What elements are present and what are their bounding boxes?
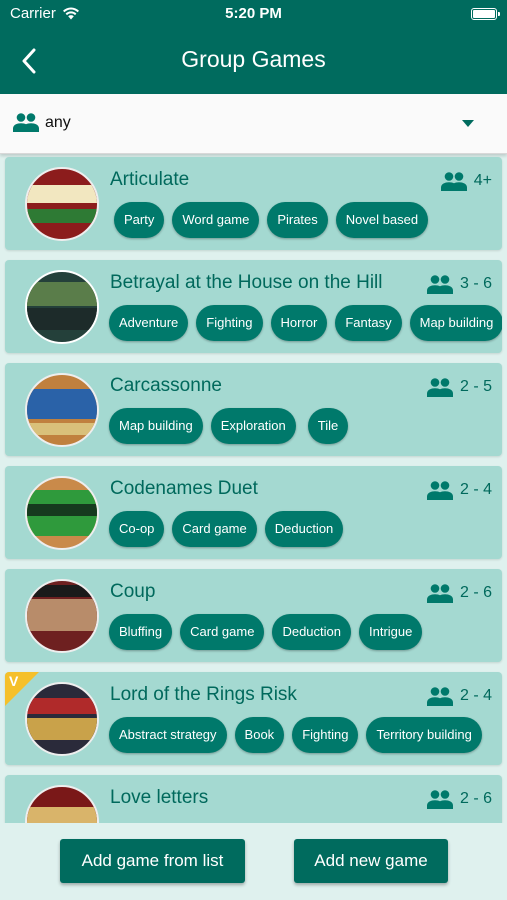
game-name: Betrayal at the House on the Hill	[110, 272, 383, 293]
player-count: 2 - 4	[426, 686, 492, 706]
player-range: 2 - 5	[459, 378, 492, 395]
tag-chip[interactable]: Map building	[409, 305, 502, 341]
game-name: Carcassonne	[110, 375, 222, 396]
tag-chip[interactable]: Adventure	[109, 305, 189, 341]
tag-chip[interactable]: Word game	[172, 202, 260, 238]
dropdown-caret-icon	[462, 120, 474, 127]
tag-chip[interactable]: Deduction	[272, 614, 351, 650]
page-title: Group Games	[181, 46, 326, 72]
badge-label: V	[9, 673, 19, 689]
tag-list: Party Word game Pirates Novel based	[114, 202, 429, 238]
tag-chip[interactable]: Bluffing	[109, 614, 173, 650]
people-icon	[426, 481, 453, 500]
people-icon	[426, 687, 453, 706]
tag-chip[interactable]: Tile	[307, 408, 349, 444]
game-name: Lord of the Rings Risk	[110, 684, 297, 705]
player-count: 2 - 6	[426, 789, 492, 809]
game-card[interactable]: Betrayal at the House on the Hill 3 - 6 …	[5, 260, 502, 353]
tag-chip[interactable]: Intrigue	[359, 614, 423, 650]
clock: 5:20 PM	[225, 5, 282, 22]
tag-list: Co-op Card game Deduction	[109, 511, 344, 547]
add-new-game-button[interactable]: Add new game	[294, 839, 448, 883]
tag-chip[interactable]: Card game	[172, 511, 257, 547]
game-thumbnail	[25, 785, 99, 823]
game-name: Love letters	[110, 787, 209, 808]
player-range: 3 - 6	[459, 275, 492, 292]
player-range: 2 - 6	[459, 790, 492, 807]
game-card[interactable]: Love letters 2 - 6	[5, 775, 502, 823]
game-thumbnail	[25, 579, 99, 653]
tag-chip[interactable]: Abstract strategy	[109, 717, 227, 753]
game-thumbnail	[25, 270, 99, 344]
tag-chip[interactable]: Fighting	[196, 305, 263, 341]
game-thumbnail	[25, 167, 99, 241]
tag-chip[interactable]: Fighting	[292, 717, 359, 753]
game-card[interactable]: Carcassonne 2 - 5 Map building Explorati…	[5, 363, 502, 456]
tag-chip[interactable]: Book	[234, 717, 285, 753]
tag-list: Abstract strategy Book Fighting Territor…	[109, 717, 482, 753]
player-count: 2 - 6	[426, 583, 492, 603]
tag-list: Adventure Fighting Horror Fantasy Map bu…	[109, 305, 502, 341]
player-count: 2 - 4	[426, 480, 492, 500]
player-range: 2 - 4	[459, 687, 492, 704]
game-card[interactable]: Codenames Duet 2 - 4 Co-op Card game Ded…	[5, 466, 502, 559]
game-card[interactable]: Coup 2 - 6 Bluffing Card game Deduction …	[5, 569, 502, 662]
tag-chip[interactable]: Exploration	[210, 408, 296, 444]
tag-chip[interactable]: Party	[114, 202, 165, 238]
game-list: Articulate 4+ Party Word game Pirates No…	[0, 155, 507, 823]
player-range: 2 - 4	[459, 481, 492, 498]
status-bar: Carrier 5:20 PM	[0, 0, 507, 28]
game-card[interactable]: V Lord of the Rings Risk 2 - 4 Abstract …	[5, 672, 502, 765]
add-game-from-list-button[interactable]: Add game from list	[60, 839, 245, 883]
people-icon	[440, 172, 467, 191]
people-icon	[426, 378, 453, 397]
tag-chip[interactable]: Novel based	[335, 202, 429, 238]
tag-chip[interactable]: Horror	[270, 305, 328, 341]
game-thumbnail	[25, 373, 99, 447]
player-count: 4+	[440, 171, 492, 191]
nav-bar: Group Games	[0, 28, 507, 94]
tag-list: Bluffing Card game Deduction Intrigue	[109, 614, 423, 650]
game-name: Articulate	[110, 169, 190, 190]
player-count: 2 - 5	[426, 377, 492, 397]
tag-list: Map building Exploration Tile	[109, 408, 349, 444]
tag-chip[interactable]: Map building	[109, 408, 203, 444]
people-icon	[426, 790, 453, 809]
game-thumbnail	[25, 476, 99, 550]
tag-chip[interactable]: Co-op	[109, 511, 165, 547]
tag-chip[interactable]: Deduction	[264, 511, 344, 547]
battery-icon	[471, 8, 500, 20]
tag-chip[interactable]: Pirates	[267, 202, 328, 238]
game-card[interactable]: Articulate 4+ Party Word game Pirates No…	[5, 157, 502, 250]
tag-chip[interactable]: Fantasy	[335, 305, 402, 341]
footer-actions: Add game from list Add new game	[0, 823, 507, 900]
player-count: 3 - 6	[426, 274, 492, 294]
game-name: Codenames Duet	[110, 478, 258, 499]
player-count-filter[interactable]: any	[0, 94, 507, 154]
people-icon	[13, 113, 39, 132]
tag-chip[interactable]: Territory building	[366, 717, 482, 753]
player-range: 2 - 6	[459, 584, 492, 601]
people-icon	[426, 584, 453, 603]
game-name: Coup	[110, 581, 156, 602]
filter-value: any	[45, 114, 71, 131]
player-range: 4+	[473, 172, 492, 189]
tag-chip[interactable]: Card game	[180, 614, 265, 650]
people-icon	[426, 275, 453, 294]
